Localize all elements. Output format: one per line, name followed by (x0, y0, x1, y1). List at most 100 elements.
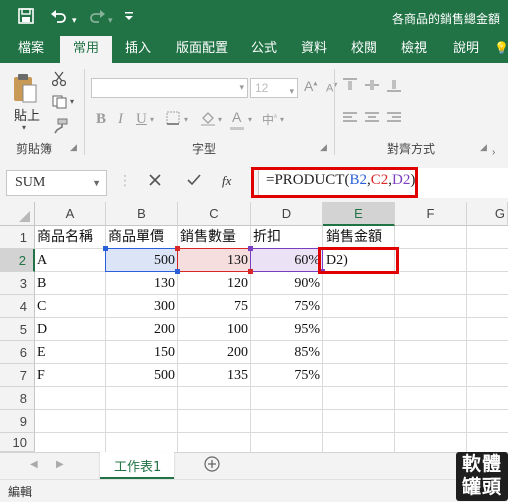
decrease-font-icon[interactable]: A▾ (326, 80, 337, 95)
cell-a5[interactable]: D (37, 318, 47, 341)
redo-dropdown-icon[interactable]: ▾ (108, 11, 113, 29)
header-cell-qty[interactable]: 銷售數量 (180, 226, 236, 249)
tab-data[interactable]: 資料 (292, 36, 336, 63)
phonetic-icon[interactable]: 中ᵃ (262, 111, 277, 128)
column-header-d[interactable]: D (251, 202, 323, 226)
tell-me-icon[interactable]: 💡 (494, 36, 508, 63)
cell-c7[interactable]: 135 (178, 364, 248, 387)
row-header-4[interactable]: 4 (0, 295, 35, 318)
increase-font-icon[interactable]: A▴ (304, 78, 317, 94)
paste-button[interactable]: 貼上 (14, 105, 40, 124)
row-header-5[interactable]: 5 (0, 318, 35, 341)
row-header-3[interactable]: 3 (0, 272, 35, 295)
cell-b4[interactable]: 300 (106, 295, 175, 318)
column-header-e[interactable]: E (323, 202, 395, 226)
italic-icon[interactable]: I (118, 111, 123, 128)
cell-d6[interactable]: 85% (251, 341, 320, 364)
header-cell-total[interactable]: 銷售金額 (326, 226, 382, 249)
tab-review[interactable]: 校閱 (342, 36, 386, 63)
fill-color-dropdown-icon[interactable]: ▾ (218, 115, 222, 124)
alignment-launcher-icon[interactable]: ◢ (480, 142, 487, 153)
row-header-7[interactable]: 7 (0, 364, 35, 387)
cell-a7[interactable]: F (37, 364, 45, 387)
format-painter-icon[interactable] (52, 118, 68, 139)
undo-icon[interactable] (50, 8, 68, 29)
cell-d5[interactable]: 95% (251, 318, 320, 341)
tab-view[interactable]: 檢視 (392, 36, 436, 63)
cancel-icon[interactable] (147, 170, 163, 195)
cell-a6[interactable]: E (37, 341, 46, 364)
row-header-2[interactable]: 2 (0, 249, 35, 272)
add-sheet-icon[interactable] (204, 456, 220, 477)
font-color-dropdown-icon[interactable]: ▾ (248, 115, 252, 124)
cell-b5[interactable]: 200 (106, 318, 175, 341)
scroll-right-icon[interactable]: › (492, 147, 495, 158)
cell-b2[interactable]: 500 (106, 249, 175, 272)
align-right-icon[interactable] (386, 111, 402, 129)
header-cell-discount[interactable]: 折扣 (253, 226, 281, 249)
insert-function-button[interactable]: fx (222, 173, 231, 189)
font-launcher-icon[interactable]: ◢ (320, 142, 327, 153)
tab-formulas[interactable]: 公式 (242, 36, 286, 63)
select-all-corner[interactable] (0, 202, 35, 226)
row-header-6[interactable]: 6 (0, 341, 35, 364)
column-header-b[interactable]: B (106, 202, 178, 226)
font-color-icon[interactable]: A (232, 109, 241, 125)
align-left-icon[interactable] (342, 111, 358, 129)
undo-dropdown-icon[interactable]: ▾ (72, 11, 77, 29)
clipboard-launcher-icon[interactable]: ◢ (70, 142, 77, 153)
cell-c6[interactable]: 200 (178, 341, 248, 364)
name-box[interactable]: SUM ▼ (6, 170, 107, 196)
redo-icon[interactable] (88, 8, 106, 29)
tab-help[interactable]: 說明 (444, 36, 488, 63)
check-icon[interactable] (186, 170, 202, 195)
drag-handle-icon[interactable]: ⋮ (118, 172, 132, 189)
fill-color-icon[interactable] (200, 110, 216, 130)
align-center-icon[interactable] (364, 111, 380, 129)
cell-c5[interactable]: 100 (178, 318, 248, 341)
header-cell-name[interactable]: 商品名稱 (37, 226, 93, 249)
cell-d4[interactable]: 75% (251, 295, 320, 318)
row-header-9[interactable]: 9 (0, 410, 35, 433)
cut-icon[interactable] (51, 71, 67, 92)
cell-b7[interactable]: 500 (106, 364, 175, 387)
font-size-combo[interactable]: 12 ▾ (250, 78, 298, 98)
align-bottom-icon[interactable] (386, 77, 402, 97)
column-header-a[interactable]: A (35, 202, 106, 226)
cell-b6[interactable]: 150 (106, 341, 175, 364)
next-sheet-icon[interactable]: ▶ (56, 459, 64, 470)
copy-icon[interactable] (52, 95, 68, 114)
tab-insert[interactable]: 插入 (116, 36, 160, 63)
row-header-8[interactable]: 8 (0, 387, 35, 410)
cell-c3[interactable]: 120 (178, 272, 248, 295)
column-header-c[interactable]: C (178, 202, 251, 226)
cell-d2[interactable]: 60% (251, 249, 320, 272)
borders-icon[interactable] (166, 111, 180, 129)
cell-d7[interactable]: 75% (251, 364, 320, 387)
cell-a2[interactable]: A (37, 249, 47, 272)
cell-c2[interactable]: 130 (178, 249, 248, 272)
column-header-f[interactable]: F (395, 202, 467, 226)
cell-b3[interactable]: 130 (106, 272, 175, 295)
cell-a4[interactable]: C (37, 295, 46, 318)
underline-dropdown-icon[interactable]: ▾ (150, 115, 154, 124)
align-middle-icon[interactable] (364, 77, 380, 97)
row-header-10[interactable]: 10 (0, 433, 35, 452)
cell-c4[interactable]: 75 (178, 295, 248, 318)
row-header-1[interactable]: 1 (0, 226, 35, 249)
underline-icon[interactable]: U (136, 111, 147, 128)
align-top-icon[interactable] (342, 77, 358, 97)
font-name-combo[interactable]: ▾ (91, 78, 248, 98)
cell-a3[interactable]: B (37, 272, 46, 295)
save-icon[interactable] (18, 8, 34, 29)
tab-file[interactable]: 檔案 (6, 36, 56, 63)
sheet-tab-active[interactable]: 工作表1 (100, 452, 174, 480)
bold-icon[interactable]: B (96, 111, 106, 128)
cell-d3[interactable]: 90% (251, 272, 320, 295)
prev-sheet-icon[interactable]: ◀ (30, 459, 38, 470)
header-cell-price[interactable]: 商品單價 (108, 226, 164, 249)
tab-page-layout[interactable]: 版面配置 (166, 36, 238, 63)
paste-dropdown-icon[interactable]: ▾ (22, 123, 26, 132)
tab-home[interactable]: 常用 (60, 36, 112, 63)
copy-dropdown-icon[interactable]: ▾ (70, 97, 74, 106)
